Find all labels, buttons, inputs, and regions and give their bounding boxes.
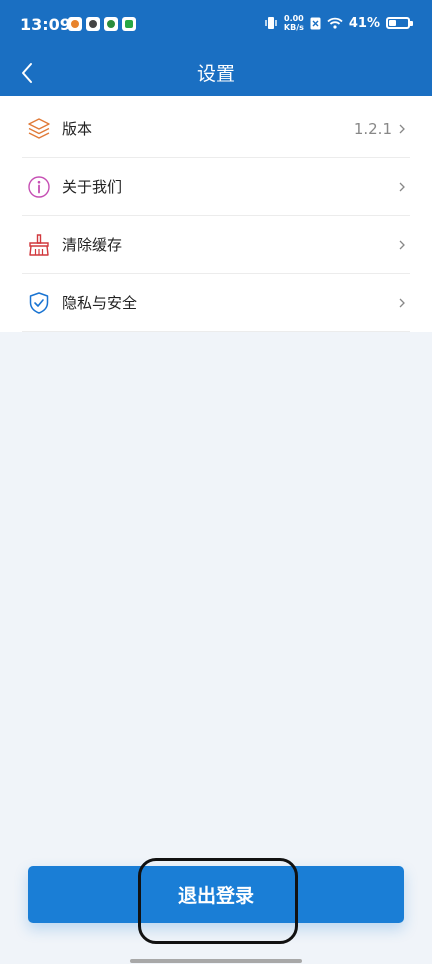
settings-item-about[interactable]: 关于我们: [22, 158, 410, 216]
chevron-right-icon: [398, 122, 410, 136]
status-right: 0.00 KB/s 41%: [264, 14, 413, 32]
app-icon: [122, 17, 136, 31]
settings-item-privacy[interactable]: 隐私与安全: [22, 274, 410, 332]
settings-item-label: 隐私与安全: [62, 294, 138, 312]
notification-icons: [68, 17, 136, 31]
vibrate-icon: [265, 17, 277, 29]
broom-icon: [26, 232, 52, 258]
settings-item-label: 版本: [62, 120, 93, 138]
logout-button[interactable]: 退出登录: [28, 866, 404, 923]
layers-icon: [26, 116, 52, 142]
sim-off-icon: [310, 17, 321, 29]
page-title: 设置: [196, 63, 235, 85]
battery-icon: [386, 17, 413, 29]
battery-percent: 41%: [348, 15, 380, 31]
version-value: 1.2.1: [353, 119, 392, 138]
wifi-icon: [327, 17, 343, 29]
app-icon: [104, 17, 118, 31]
info-icon: [26, 174, 52, 200]
settings-item-version[interactable]: 版本 1.2.1: [22, 100, 410, 158]
chevron-right-icon: [398, 296, 410, 310]
battery-level: [389, 20, 397, 26]
settings-item-label: 清除缓存: [62, 236, 123, 254]
home-indicator[interactable]: [130, 959, 302, 963]
status-bar: 13:09 0.00 KB/s 41%: [0, 0, 432, 50]
settings-list: 版本 1.2.1 关于我们 清除缓存 隐私与安全: [0, 96, 432, 332]
chevron-right-icon: [398, 238, 410, 252]
status-time: 13:09: [20, 15, 71, 34]
settings-item-clear-cache[interactable]: 清除缓存: [22, 216, 410, 274]
title-bar: 设置: [0, 50, 432, 96]
chevron-right-icon: [398, 180, 410, 194]
net-speed: 0.00 KB/s: [283, 14, 304, 32]
weibo-icon: [68, 17, 82, 31]
app-icon: [86, 17, 100, 31]
shield-check-icon: [26, 290, 52, 316]
logout-label: 退出登录: [177, 885, 254, 907]
settings-item-label: 关于我们: [62, 178, 123, 196]
